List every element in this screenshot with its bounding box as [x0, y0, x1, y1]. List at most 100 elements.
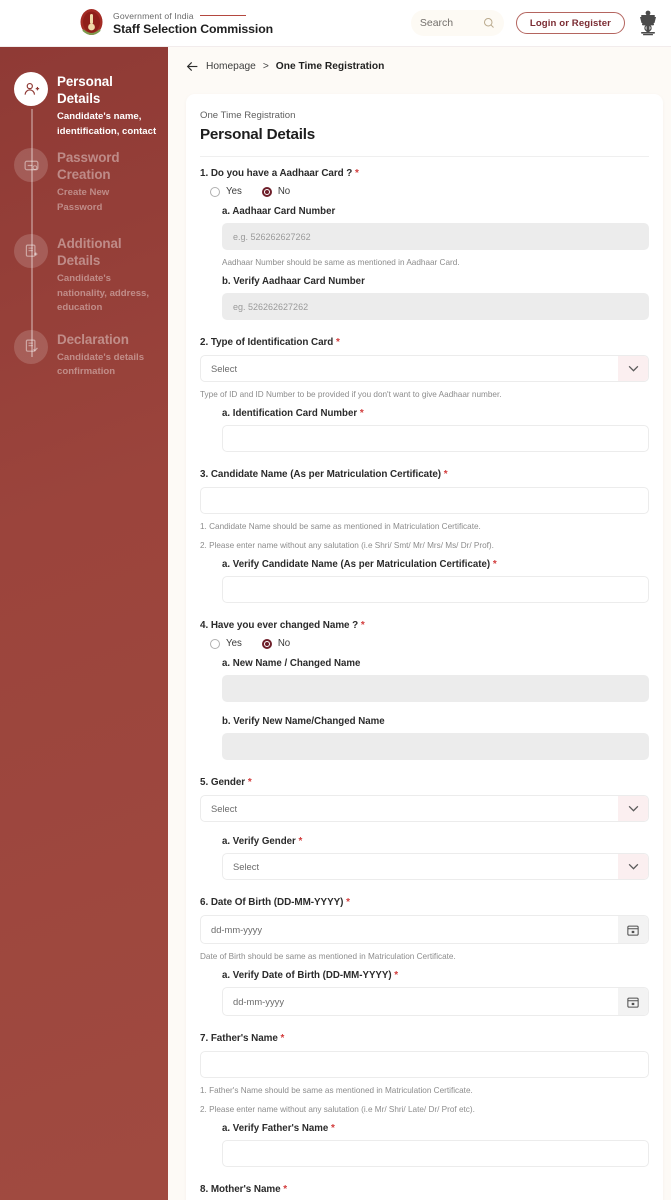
verify-dob-input[interactable]: dd-mm-yyyy: [222, 987, 649, 1016]
question-4-sub: a. New Name / Changed Name b. Verify New…: [222, 658, 649, 760]
verify-candidate-name-input[interactable]: [222, 576, 649, 603]
question-6-dob: 6. Date Of Birth (DD-MM-YYYY) * dd-mm-yy…: [200, 897, 649, 1016]
question-1-label: 1. Do you have a Aadhaar Card ? *: [200, 168, 649, 179]
search-placeholder: Search: [419, 17, 454, 29]
arrow-left-icon[interactable]: [186, 60, 199, 73]
step-title-declaration: Declaration: [57, 331, 129, 347]
question-2-sub-a: a. Identification Card Number *: [222, 408, 649, 452]
document-plus-icon: [25, 244, 37, 257]
question-6-sub-a: a. Verify Date of Birth (DD-MM-YYYY) * d…: [222, 970, 649, 1016]
question-5-required: *: [247, 777, 252, 788]
aadhaar-number-label: a. Aadhaar Card Number: [222, 206, 336, 217]
dob-input[interactable]: dd-mm-yyyy: [200, 915, 649, 944]
gender-select[interactable]: Select: [200, 795, 649, 822]
radio-option-namechange-no[interactable]: No: [261, 638, 291, 649]
verify-gender-select[interactable]: Select: [222, 853, 649, 880]
brand-rule: [199, 15, 246, 16]
chevron-down-icon[interactable]: [618, 796, 648, 821]
stepper-sidebar: Personal Details Candidate's name, ident…: [0, 47, 168, 1200]
question-6-required: *: [346, 897, 350, 908]
step-body-personal-details: Personal Details Candidate's name, ident…: [57, 72, 158, 139]
main-content: Homepage > One Time Registration One Tim…: [168, 47, 671, 1200]
step-desc-personal-details: Candidate's name, identification, contac…: [57, 111, 157, 137]
aadhaar-number-input[interactable]: e.g. 526262627262: [222, 223, 649, 250]
stepper: Personal Details Candidate's name, ident…: [0, 47, 168, 380]
question-8-label: 8. Mother's Name *: [200, 1184, 649, 1195]
radio-namechange-yes[interactable]: [210, 638, 220, 649]
fathers-name-hint-1: 1. Father's Name should be same as menti…: [200, 1086, 473, 1095]
dob-hint: Date of Birth should be same as mentione…: [200, 952, 456, 961]
question-1-aadhaar: 1. Do you have a Aadhaar Card ? * Yes No…: [200, 168, 649, 320]
verify-fathers-name-input[interactable]: [222, 1140, 649, 1167]
question-4-name-changed: 4. Have you ever changed Name ? * Yes No…: [200, 620, 649, 760]
brand-text: Government of India Staff Selection Comm…: [113, 11, 273, 36]
question-5-gender: 5. Gender * Select a. Verify Gender * Se…: [200, 777, 649, 880]
new-name-label: a. New Name / Changed Name: [222, 658, 361, 669]
calendar-icon[interactable]: [618, 916, 648, 943]
question-3-label: 3. Candidate Name (As per Matriculation …: [200, 469, 649, 480]
id-card-number-input[interactable]: [222, 425, 649, 452]
verify-candidate-name-label: a. Verify Candidate Name (As per Matricu…: [222, 559, 497, 570]
step-title-additional-details: Additional Details: [57, 236, 122, 268]
breadcrumb-separator: >: [262, 61, 269, 72]
aadhaar-number-hint: Aadhaar Number should be same as mention…: [222, 258, 460, 267]
verify-dob-label: a. Verify Date of Birth (DD-MM-YYYY) *: [222, 970, 399, 981]
site-header: Government of India Staff Selection Comm…: [0, 0, 671, 47]
question-1-sub-a: a. Aadhaar Card Number e.g. 526262627262…: [222, 206, 649, 320]
verify-new-name-input[interactable]: [222, 733, 649, 760]
verify-gender-selected-value: Select: [233, 861, 260, 872]
radio-label-aadhaar-no: No: [277, 186, 291, 197]
fathers-name-input[interactable]: [200, 1051, 649, 1078]
id-type-select[interactable]: Select: [200, 355, 649, 382]
question-6-label: 6. Date Of Birth (DD-MM-YYYY) *: [200, 897, 649, 908]
radio-option-aadhaar-yes[interactable]: Yes: [210, 186, 242, 197]
sidebar-step-password-creation[interactable]: Password Creation Create New Password: [0, 148, 168, 215]
question-7-sub-a: a. Verify Father's Name *: [222, 1123, 649, 1167]
new-name-input[interactable]: [222, 675, 649, 702]
question-3-candidate-name: 3. Candidate Name (As per Matriculation …: [200, 469, 649, 603]
verify-dob-placeholder: dd-mm-yyyy: [233, 996, 285, 1007]
login-or-register-button[interactable]: Login or Register: [515, 12, 625, 34]
verify-aadhaar-number-input[interactable]: eg. 526262627262: [222, 293, 649, 320]
radio-option-aadhaar-no[interactable]: No: [261, 186, 291, 197]
radio-option-namechange-yes[interactable]: Yes: [210, 638, 242, 649]
step-body-declaration: Declaration Candidate's details confirma…: [57, 330, 157, 380]
verify-new-name-label: b. Verify New Name/Changed Name: [222, 716, 385, 727]
step-desc-password-creation: Create New Password: [57, 187, 110, 213]
radio-aadhaar-no[interactable]: [261, 186, 272, 197]
sidebar-step-additional-details[interactable]: Additional Details Candidate's nationali…: [0, 234, 168, 316]
dob-placeholder: dd-mm-yyyy: [211, 924, 263, 935]
question-8-required: *: [283, 1184, 288, 1195]
candidate-name-hint-1: 1. Candidate Name should be same as ment…: [200, 522, 481, 531]
ssc-logo-icon: [78, 8, 105, 38]
radio-label-namechange-no: No: [277, 638, 291, 649]
question-2-label: 2. Type of Identification Card *: [200, 337, 649, 348]
step-body-password-creation: Password Creation Create New Password: [57, 148, 158, 215]
radio-aadhaar-yes[interactable]: [210, 186, 220, 197]
chevron-down-icon[interactable]: [618, 356, 648, 381]
verify-fathers-name-label: a. Verify Father's Name *: [222, 1123, 335, 1134]
question-5-text: 5. Gender: [200, 777, 246, 788]
sidebar-step-personal-details[interactable]: Personal Details Candidate's name, ident…: [0, 72, 168, 139]
sidebar-step-declaration[interactable]: Declaration Candidate's details confirma…: [0, 329, 168, 380]
question-7-fathers-name: 7. Father's Name * 1. Father's Name shou…: [200, 1033, 649, 1167]
chevron-down-icon[interactable]: [618, 854, 648, 879]
gov-of-india-label: Government of India: [113, 10, 194, 21]
step-dot-password-creation: [14, 148, 48, 182]
user-plus-icon: [24, 82, 39, 95]
step-title-personal-details: Personal Details: [57, 74, 113, 106]
question-4-text: 4. Have you ever changed Name ?: [200, 620, 359, 631]
calendar-icon[interactable]: [618, 988, 648, 1015]
question-4-required: *: [360, 620, 365, 631]
breadcrumb: Homepage > One Time Registration: [168, 47, 671, 73]
question-7-required: *: [280, 1033, 285, 1044]
id-type-hint: Type of ID and ID Number to be provided …: [200, 390, 502, 399]
step-title-password-creation: Password Creation: [57, 150, 120, 182]
search-input[interactable]: Search: [410, 10, 504, 36]
brand-block[interactable]: Government of India Staff Selection Comm…: [78, 8, 273, 38]
stepper-track: [31, 109, 33, 357]
question-8-text: 8. Mother's Name: [200, 1184, 281, 1195]
breadcrumb-homepage-link[interactable]: Homepage: [206, 61, 256, 72]
candidate-name-input[interactable]: [200, 487, 649, 514]
radio-namechange-no[interactable]: [261, 638, 272, 649]
